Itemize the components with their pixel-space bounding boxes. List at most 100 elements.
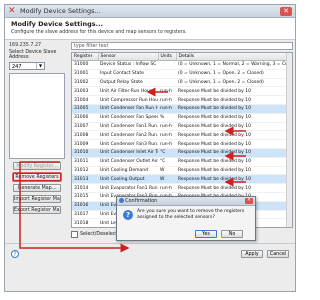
table-cell: 31001 — [72, 69, 98, 79]
table-cell: 31004 — [72, 95, 98, 105]
dialog-footer: ? Apply Cancel — [5, 243, 295, 284]
table-cell: °C — [158, 157, 176, 167]
table-cell: Unit Condenser Fan1 Run... — [98, 122, 158, 132]
table-row[interactable]: 31013 Unit Cooling Output W Response Must b… — [72, 174, 292, 185]
table-cell: (0 = Unknown, 1 = Normal, 2 = Warning, 3… — [176, 60, 292, 70]
table-cell: run-h — [158, 95, 176, 105]
window-title: Modify Device Settings... — [20, 7, 101, 15]
table-cell: 31018 — [72, 218, 98, 227]
modify-device-settings-window: ✕ Modify Device Settings... ✕ Modify Dev… — [4, 4, 296, 292]
export-register-map-button[interactable]: Export Register Map... — [13, 206, 61, 214]
table-cell: Response Must be divided by 10 — [176, 148, 292, 158]
table-cell: Unit Condenser Inlet Air Te... — [98, 148, 158, 158]
generate-map-button[interactable]: Generate Map... — [13, 184, 61, 192]
page-title: Modify Device Settings... — [11, 20, 104, 28]
column-header-register[interactable]: Register — [72, 53, 99, 61]
table-cell: Unit Condenser Fan Speed — [98, 113, 158, 123]
column-header-units[interactable]: Units — [158, 53, 177, 61]
yes-button[interactable]: Yes — [195, 230, 217, 238]
table-scrollbar[interactable] — [286, 53, 292, 227]
filter-input[interactable]: type filter text — [71, 42, 293, 50]
table-cell: run-h — [158, 122, 176, 132]
apply-button[interactable]: Apply — [241, 250, 263, 258]
table-row[interactable]: 31005Unit Condenser Fan Run Hoursrun-hRe… — [72, 104, 292, 114]
table-cell: Input Contact State — [98, 69, 158, 79]
table-cell: 31007 — [72, 122, 98, 132]
table-row[interactable]: 31007 Unit Condenser Fan1 Run... run-h Resp… — [72, 122, 292, 132]
dialog-message: Are you sure you want to remove the regi… — [137, 209, 245, 220]
table-row[interactable]: 31011 Unit Condenser Outlet Air... °C Respo… — [72, 157, 292, 167]
table-cell: 31010 — [72, 148, 98, 158]
column-header-sensor[interactable]: Sensor — [98, 53, 159, 61]
table-cell: Response Must be divided by 10 — [176, 113, 292, 123]
dialog-close-icon[interactable]: ✕ — [245, 198, 253, 204]
table-cell: run-h — [158, 183, 176, 193]
window-close-icon[interactable]: ✕ — [280, 7, 292, 16]
slave-address-label: Select Device Slave Address: — [9, 50, 57, 60]
table-cell: 31016 — [72, 201, 98, 211]
table-cell: Unit Condenser Fan2 Run... — [98, 130, 158, 141]
table-cell — [158, 60, 176, 70]
checkbox-box[interactable] — [71, 231, 78, 238]
table-cell: 31006 — [72, 113, 98, 123]
table-cell: 31003 — [72, 86, 98, 97]
table-cell: run-h — [158, 139, 176, 149]
question-icon: ? — [123, 210, 133, 220]
table-cell: Unit Cooling Output — [98, 174, 158, 185]
table-cell: Unit Cooling Demand — [98, 166, 158, 176]
table-cell: °C — [158, 148, 176, 158]
table-row[interactable]: 31014 Unit Evaporator Fan1 Run... run-h Res… — [72, 183, 292, 193]
slave-address-select[interactable]: 247 ▼ — [9, 62, 45, 70]
table-row[interactable]: 31001 Input Contact State (0 = Unknown, 1 … — [72, 69, 292, 79]
table-row[interactable]: 31010 Unit Condenser Inlet Air Te... °C Res… — [72, 148, 292, 158]
no-button[interactable]: No — [221, 230, 243, 238]
table-row[interactable]: 31004 Unit Compressor Run Hours run-h Respo… — [72, 95, 292, 105]
modify-register-button[interactable]: Modify Register... — [13, 162, 61, 170]
table-cell: % — [158, 113, 176, 123]
dialog-title-bar: Confirmation ✕ — [117, 197, 255, 206]
table-cell: Response Must be divided by 10 — [176, 95, 292, 105]
table-cell: Response Must be divided by 10 — [176, 122, 292, 132]
table-cell: Response Must be divided by 10 — [176, 174, 292, 185]
table-row[interactable]: 31012 Unit Cooling Demand W Response Must b… — [72, 166, 292, 176]
table-cell: Output Relay State — [98, 78, 158, 88]
table-cell: 31015 — [72, 192, 98, 202]
table-cell: Device Status : Inflow SC — [98, 60, 158, 70]
left-panel: 169.235.7.27 Select Device Slave Address… — [9, 43, 67, 238]
chevron-down-icon[interactable]: ▼ — [36, 63, 44, 69]
slave-address-value: 247 — [12, 64, 22, 70]
table-cell: 31012 — [72, 166, 98, 176]
device-ip-label: 169.235.7.27 — [9, 43, 42, 48]
confirmation-dialog: Confirmation ✕ ? Are you sure you want t… — [116, 196, 256, 241]
table-row[interactable]: 31003 Unit Air Filter Run Hours run-h Respo… — [72, 86, 292, 97]
table-cell: 31002 — [72, 78, 98, 88]
table-cell: Unit Condenser Fan Run Hours — [98, 104, 158, 114]
import-register-map-button[interactable]: Import Register Map... — [13, 195, 61, 203]
table-cell: W — [158, 174, 176, 185]
table-row[interactable]: 31008 Unit Condenser Fan2 Run... run-h Resp… — [72, 130, 292, 141]
table-cell: Response Must be divided by 10 — [176, 130, 292, 141]
table-cell: 31014 — [72, 183, 98, 193]
table-row[interactable]: 31006 Unit Condenser Fan Speed% Response M… — [72, 113, 292, 123]
table-cell: Response Must be divided by 10 — [176, 139, 292, 149]
table-cell: 31009 — [72, 139, 98, 149]
register-group-list[interactable] — [9, 73, 65, 159]
table-cell: 31000 — [72, 60, 98, 70]
remove-registers-button[interactable]: Remove Registers — [13, 173, 61, 181]
help-icon[interactable]: ? — [11, 250, 19, 258]
table-cell: Unit Compressor Run Hours — [98, 95, 158, 105]
table-cell: run-h — [158, 104, 176, 114]
table-cell: (0 = Unknown, 1 = Open, 2 = Closed) — [176, 78, 292, 88]
table-row[interactable]: 31009 Unit Condenser Fan3 Run... run-h Resp… — [72, 139, 292, 149]
table-cell — [158, 69, 176, 79]
table-row[interactable]: 31000 Device Status : Inflow SC (0 = Unkno… — [72, 60, 292, 70]
table-cell: W — [158, 166, 176, 176]
table-cell: Unit Condenser Outlet Air... — [98, 157, 158, 167]
table-row[interactable]: 31002 Output Relay State (0 = Unknown, 1 =… — [72, 78, 292, 88]
page-subtitle: Configure the slave address for this dev… — [11, 30, 187, 35]
cancel-button[interactable]: Cancel — [267, 250, 289, 258]
column-header-details[interactable]: Details — [176, 53, 292, 61]
table-cell — [158, 78, 176, 88]
table-cell: run-h — [158, 130, 176, 141]
table-cell: Unit Air Filter Run Hours — [98, 86, 158, 97]
